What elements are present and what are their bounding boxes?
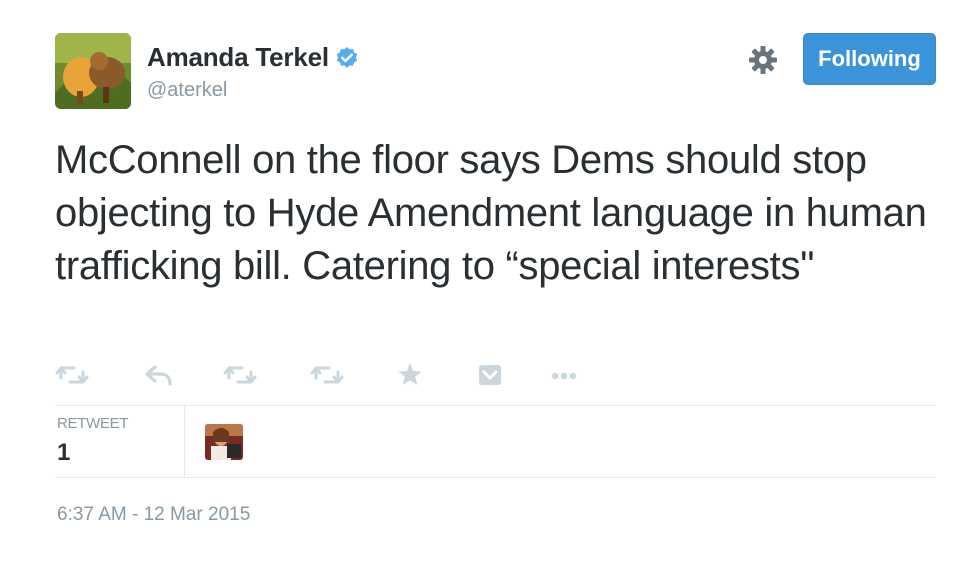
author-avatar[interactable] <box>55 33 131 109</box>
pocket-icon[interactable] <box>473 360 507 390</box>
tweet-timestamp[interactable]: 6:37 AM - 12 Mar 2015 <box>57 504 250 526</box>
settings-gear-icon[interactable] <box>748 45 778 75</box>
more-dots-icon[interactable] <box>547 360 581 390</box>
stats-divider <box>184 406 185 477</box>
favorite-star-icon[interactable] <box>393 360 427 390</box>
tweet-text: McConnell on the floor says Dems should … <box>55 138 927 288</box>
divider-top <box>55 405 936 406</box>
author-name-text[interactable]: Amanda Terkel <box>147 42 329 73</box>
retweet-stat-label[interactable]: RETWEET <box>57 415 129 432</box>
retweeter-avatar[interactable] <box>205 424 243 460</box>
reply-icon[interactable] <box>143 360 177 390</box>
author-name[interactable]: Amanda Terkel <box>147 42 359 73</box>
retweet-icon[interactable] <box>223 360 257 390</box>
retweet-icon[interactable] <box>55 360 89 390</box>
tweet-actions <box>55 360 615 390</box>
retweet-stat-count[interactable]: 1 <box>57 439 70 467</box>
verified-badge-icon <box>336 46 358 68</box>
divider-bottom <box>55 477 936 478</box>
author-handle[interactable]: @aterkel <box>147 79 227 102</box>
following-button[interactable]: Following <box>803 33 936 85</box>
retweet-icon[interactable] <box>310 360 344 390</box>
